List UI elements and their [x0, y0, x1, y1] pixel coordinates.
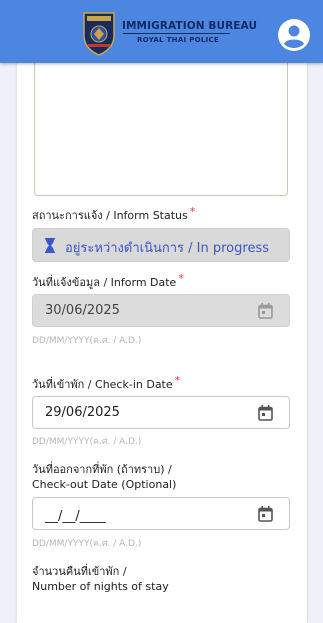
inform-date-value: 30/06/2025	[45, 303, 120, 318]
checkin-date-label: วันที่เข้าพัก / Check-in Date *	[32, 374, 181, 391]
checkout-date-input[interactable]: __/__/____	[32, 497, 290, 530]
calendar-icon	[258, 303, 273, 319]
immigration-badge-icon	[83, 12, 115, 56]
checkin-date-hint: DD/MM/YYYY(ค.ศ. / A.D.)	[32, 437, 142, 447]
checkout-date-value: __/__/____	[45, 509, 106, 524]
checkin-date-input[interactable]: 29/06/2025	[32, 396, 290, 429]
inform-date-label: วันที่แจ้งข้อมูล / Inform Date *	[32, 272, 184, 289]
nights-label-en: Number of nights of stay	[32, 580, 169, 593]
calendar-icon[interactable]	[258, 405, 273, 421]
inform-status-label: สถานะการแจ้ง / Inform Status *	[32, 205, 196, 222]
checkout-date-label: วันที่ออกจากที่พัก (ถ้าทราบ) /	[32, 463, 172, 476]
checkin-date-value: 29/06/2025	[45, 405, 120, 420]
hourglass-icon	[45, 238, 55, 253]
inform-status-value: อยู่ระหว่างดำเนินการ / In progress	[65, 241, 269, 256]
inform-status-field: อยู่ระหว่างดำเนินการ / In progress	[32, 228, 290, 262]
brand-title: IMMIGRATION BUREAU	[122, 20, 258, 32]
account-circle-icon[interactable]	[277, 18, 311, 52]
checkout-date-label-en: Check-out Date (Optional)	[32, 478, 177, 491]
brand-divider	[123, 33, 230, 34]
app-header: IMMIGRATION BUREAU ROYAL THAI POLICE	[0, 0, 323, 63]
inform-date-hint: DD/MM/YYYY(ค.ศ. / A.D.)	[32, 336, 142, 346]
calendar-icon[interactable]	[258, 506, 273, 522]
inform-date-field: 30/06/2025	[32, 294, 290, 327]
checkout-date-hint: DD/MM/YYYY(ค.ศ. / A.D.)	[32, 539, 142, 549]
nights-label: จำนวนคืนที่เข้าพัก /	[32, 565, 127, 578]
brand-subtitle: ROYAL THAI POLICE	[137, 36, 220, 44]
remarks-textarea[interactable]	[34, 60, 288, 196]
